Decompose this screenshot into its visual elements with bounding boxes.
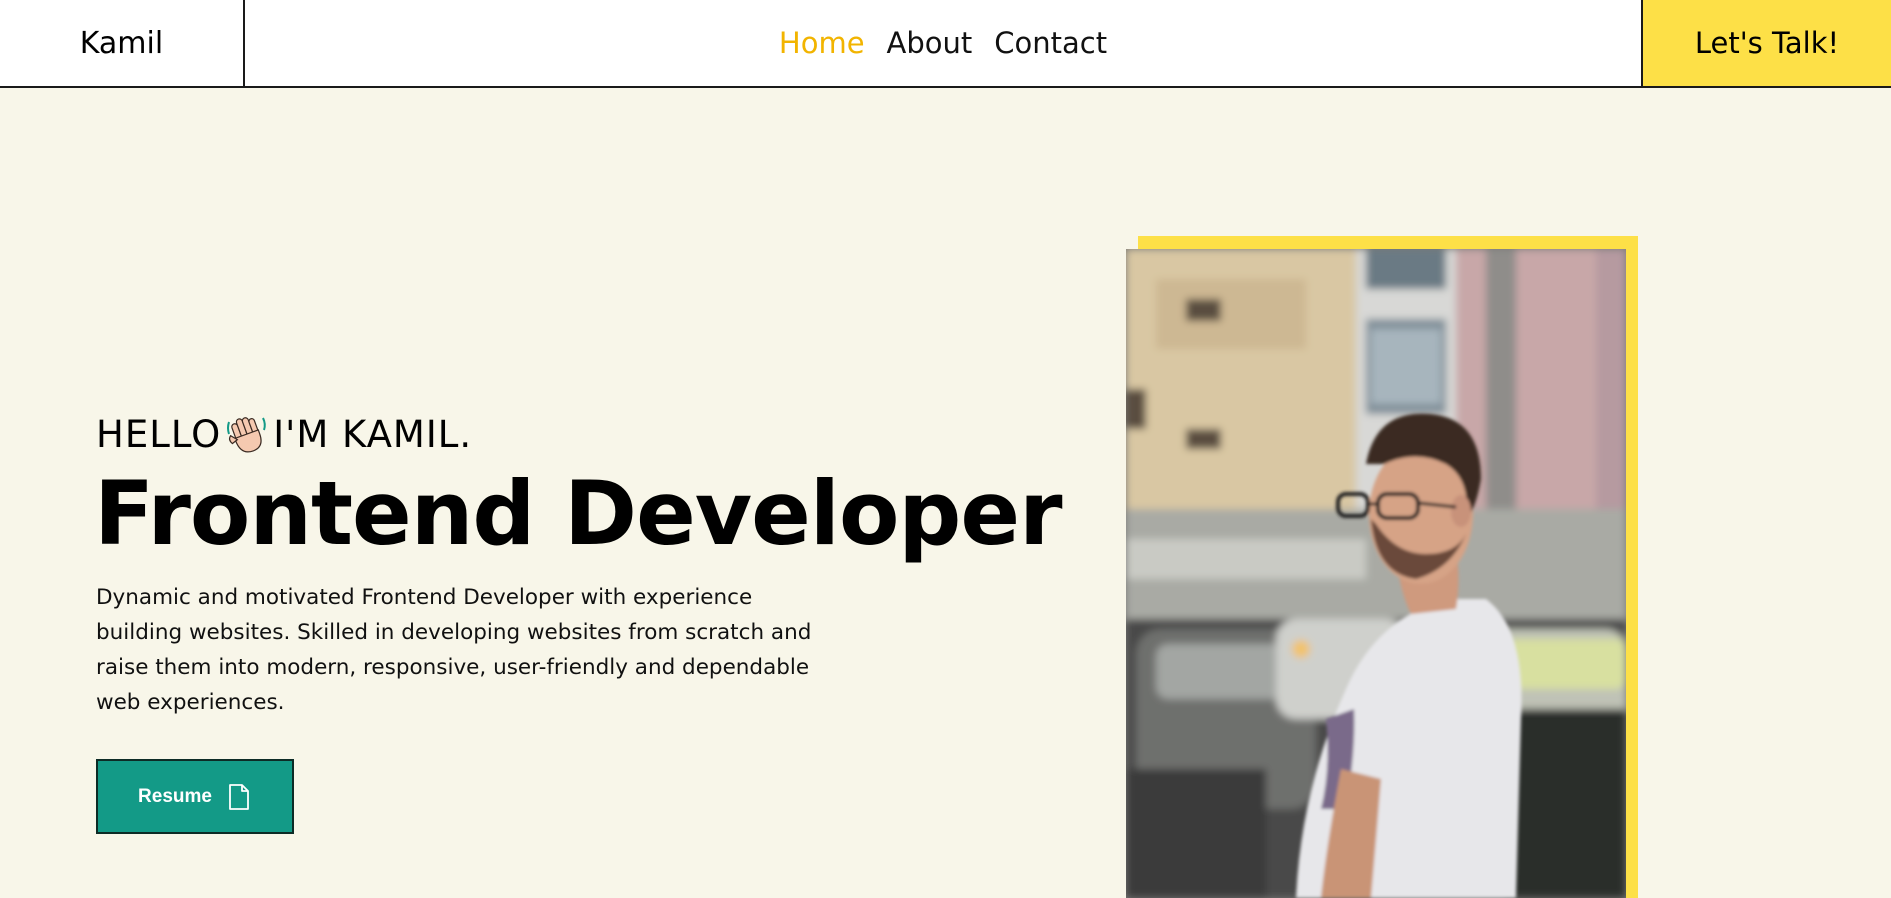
- hero-title: Frontend Developer: [94, 462, 1062, 565]
- resume-button[interactable]: Resume: [96, 759, 294, 834]
- greeting-hello: HELLO: [96, 412, 222, 456]
- site-header: Kamil Home About Contact Let's Talk!: [0, 0, 1891, 88]
- nav-contact-link[interactable]: Contact: [994, 26, 1107, 60]
- resume-label: Resume: [138, 785, 212, 807]
- nav-about-link[interactable]: About: [887, 26, 973, 60]
- greeting: HELLO I'M KAMIL.: [96, 412, 472, 456]
- brand-logo[interactable]: Kamil: [0, 0, 245, 86]
- document-icon: [229, 783, 249, 810]
- profile-photo: [1126, 249, 1626, 898]
- profile-photo-illustration: [1126, 249, 1626, 898]
- nav-home-link[interactable]: Home: [779, 26, 865, 60]
- hero-description: Dynamic and motivated Frontend Developer…: [96, 585, 812, 715]
- main-nav: Home About Contact: [245, 0, 1641, 86]
- lets-talk-button[interactable]: Let's Talk!: [1641, 0, 1891, 86]
- greeting-name: I'M KAMIL.: [273, 412, 473, 456]
- waving-hand-icon: [227, 417, 267, 453]
